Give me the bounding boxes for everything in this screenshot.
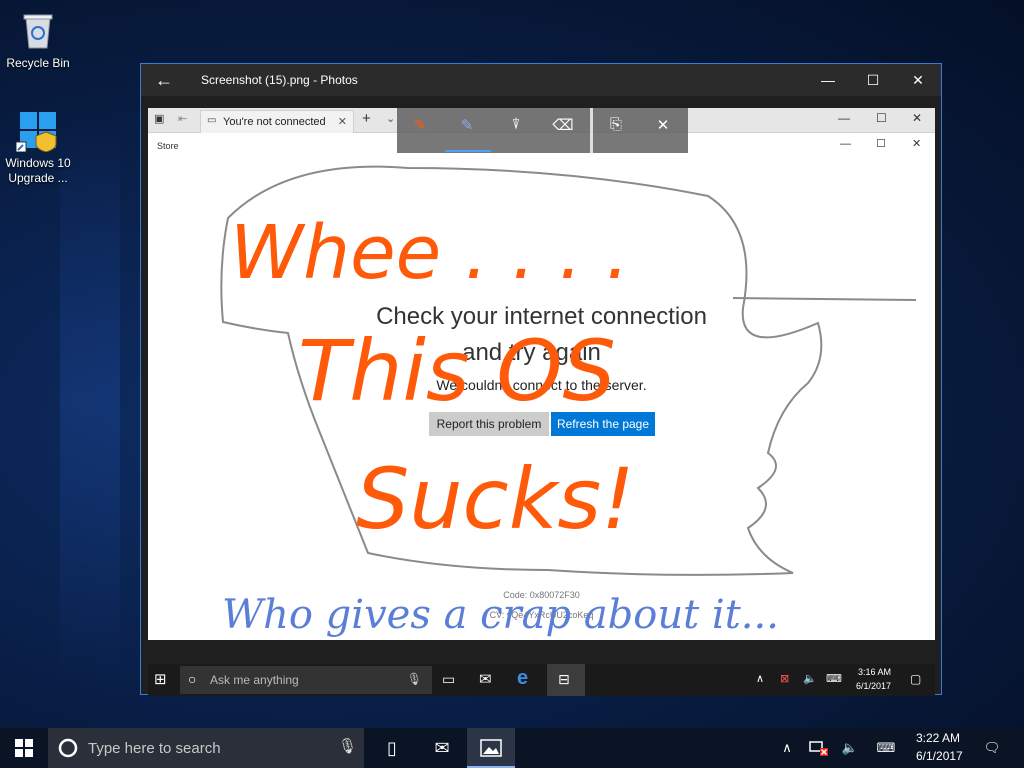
search-placeholder: Type here to search xyxy=(88,740,221,757)
displayed-image[interactable]: ▣ ⇤ ▭ You're not connected ✕ + ⌄ — ☐ ✕ S… xyxy=(148,108,935,640)
mail-icon: ✉ xyxy=(479,671,492,688)
photos-icon xyxy=(480,739,502,757)
clock-time[interactable]: 3:22 AM xyxy=(916,731,960,745)
desktop-icon-recycle-bin[interactable]: Recycle Bin xyxy=(0,8,76,71)
volume-icon[interactable]: 🔈 xyxy=(838,728,862,768)
store-taskbar-button: ⊟ xyxy=(547,664,585,696)
cortana-icon: ○ xyxy=(188,671,197,687)
ink-text-sucks: Sucks! xyxy=(356,450,635,548)
notifications-icon: ▢ xyxy=(910,672,922,686)
inner-clock-time: 3:16 AM xyxy=(858,667,892,677)
network-error-icon[interactable] xyxy=(806,728,830,768)
ink-text-who-gives: Who gives a crap about it... xyxy=(222,592,779,638)
start-icon: ⊞ xyxy=(154,671,167,688)
search-box[interactable]: Type here to search 🎙 xyxy=(48,728,364,768)
inner-clock-date: 6/1/2017 xyxy=(856,681,892,691)
maximize-button[interactable]: ☐ xyxy=(850,64,896,96)
mail-icon: ✉ xyxy=(434,738,450,758)
photos-taskbar-button[interactable] xyxy=(467,728,515,768)
desktop-icon-windows-10-upgrade[interactable]: Windows 10 Upgrade ... xyxy=(0,108,76,186)
mail-taskbar-button[interactable]: ✉ xyxy=(418,728,466,768)
inner-taskbar: ⊞ ○ Ask me anything 🎙 ▭ ✉ e ⊟ ∧ ⊠ 🔈 ⌨ 3:… xyxy=(148,664,935,696)
taskbar: Type here to search 🎙 ▯ ✉ ∧ 🔈 ⌨ 3:22 AM … xyxy=(0,728,1024,768)
desktop-icon-label-line1: Windows 10 xyxy=(5,156,71,170)
minimize-button[interactable]: — xyxy=(805,64,851,96)
task-view-icon: ▯ xyxy=(387,738,397,758)
recycle-bin-icon xyxy=(16,8,60,52)
desktop-icon-label-line2: Upgrade ... xyxy=(8,171,68,185)
clock-date[interactable]: 6/1/2017 xyxy=(916,749,963,763)
ink-drawing: Whee . . . . This OS Sucks! Who gives a … xyxy=(220,165,917,638)
task-view-button[interactable]: ▯ xyxy=(368,728,416,768)
desktop-icon-label: Recycle Bin xyxy=(6,56,70,70)
windows-start-icon xyxy=(15,739,33,757)
tray-chevron-up-icon[interactable]: ∧ xyxy=(776,728,798,768)
network-error-icon: ⊠ xyxy=(780,673,790,685)
edge-icon: e xyxy=(517,667,529,689)
ink-text-whee: Whee . . . . xyxy=(230,210,629,296)
inner-search-box: ○ Ask me anything 🎙 xyxy=(180,666,432,694)
task-view-icon: ▭ xyxy=(442,671,456,687)
windows-logo-icon xyxy=(16,108,60,152)
action-center-icon[interactable]: 🗨 xyxy=(980,728,1004,768)
keyboard-icon[interactable]: ⌨ xyxy=(870,728,902,768)
back-arrow-icon[interactable]: ← xyxy=(155,70,177,90)
tray-chevron-up-icon: ∧ xyxy=(756,673,765,685)
pencil-line xyxy=(732,297,917,301)
window-title: Screenshot (15).png - Photos xyxy=(201,73,358,87)
inner-search-placeholder: Ask me anything xyxy=(210,673,299,687)
photos-title-bar: ← Screenshot (15).png - Photos — ☐ ✕ xyxy=(141,64,941,96)
close-button[interactable]: ✕ xyxy=(895,64,941,96)
microphone-icon: 🎙 xyxy=(406,672,422,686)
store-icon: ⊟ xyxy=(558,671,570,687)
keyboard-icon: ⌨ xyxy=(826,673,842,685)
ink-text-this-os: This OS xyxy=(298,322,616,420)
cortana-icon xyxy=(58,738,78,758)
desktop-light-beam xyxy=(60,120,120,680)
start-button[interactable] xyxy=(0,728,48,768)
volume-icon: 🔈 xyxy=(803,673,817,685)
microphone-icon[interactable]: 🎙 xyxy=(338,737,357,755)
photos-window: ← Screenshot (15).png - Photos — ☐ ✕ ▣ ⇤… xyxy=(140,63,942,696)
